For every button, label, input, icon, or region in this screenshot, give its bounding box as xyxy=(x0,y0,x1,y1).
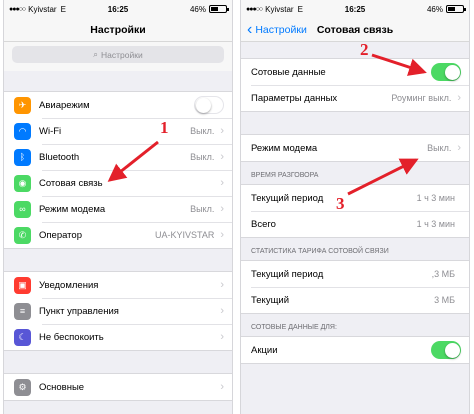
arrow-3 xyxy=(347,158,419,196)
arrow-1 xyxy=(107,140,159,182)
annotation-label-2: 2 xyxy=(360,40,369,59)
arrow-2 xyxy=(371,53,427,76)
annotation-label-1: 1 xyxy=(160,118,169,137)
annotation-arrows xyxy=(107,53,427,196)
annotation-label-3: 3 xyxy=(336,194,345,213)
